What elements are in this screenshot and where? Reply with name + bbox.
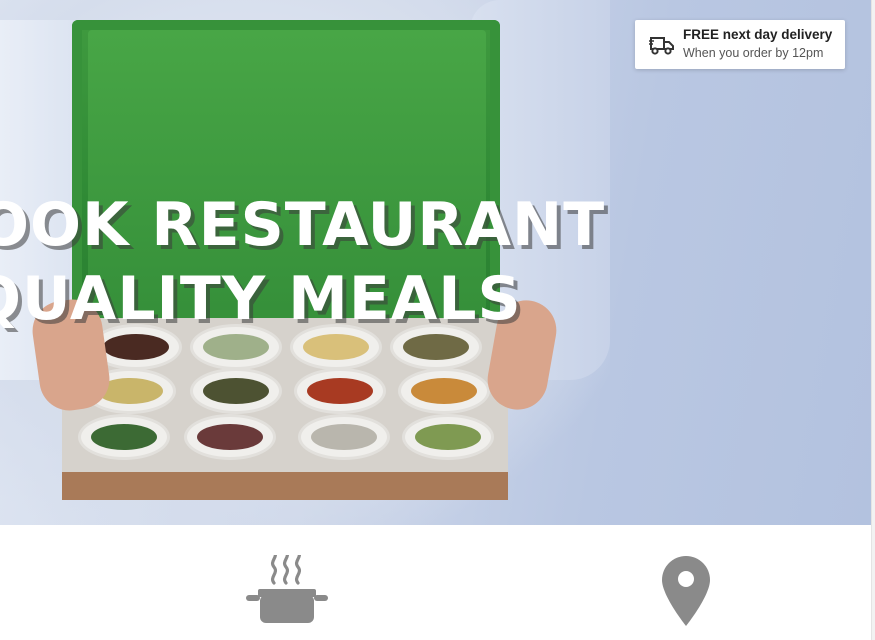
location-pin-icon (662, 556, 710, 626)
spice-pot (402, 414, 494, 460)
cooking-pot-icon (246, 555, 328, 623)
hero-headline-line2: QUALITY MEALS (0, 264, 522, 334)
spice-pot (294, 368, 386, 414)
hero-headline-line1: OOK RESTAURANT (0, 190, 606, 260)
truck-icon (649, 37, 674, 55)
spice-pot (298, 414, 390, 460)
delivery-badge-subtitle: When you order by 12pm (683, 46, 824, 60)
delivery-badge: FREE next day delivery When you order by… (635, 20, 845, 69)
meal-box-tray (62, 318, 508, 500)
spice-pot (184, 414, 276, 460)
spice-pot (190, 368, 282, 414)
spice-pot (78, 414, 170, 460)
hero-banner: OOK RESTAURANT QUALITY MEALS FREE next d… (0, 0, 871, 525)
page-scroll-edge (871, 0, 875, 640)
hero-headline: OOK RESTAURANT QUALITY MEALS (0, 188, 605, 336)
spice-pot (398, 368, 490, 414)
delivery-badge-title: FREE next day delivery (683, 27, 833, 42)
